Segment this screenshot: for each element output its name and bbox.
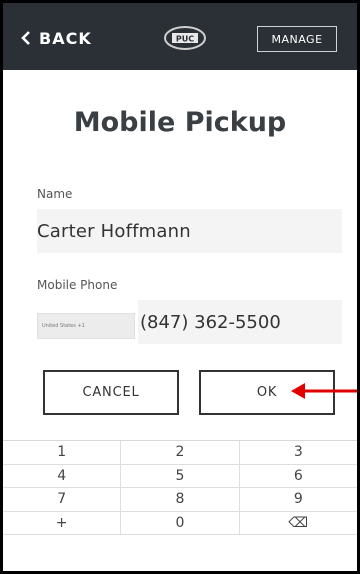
back-button[interactable]: BACK (19, 27, 92, 49)
app-frame: BACK PUC MANAGE Mobile Pickup Name Carte… (0, 0, 360, 574)
logo-text: PUC (176, 35, 194, 44)
mobile-phone-label: Mobile Phone (37, 278, 118, 292)
key-plus[interactable]: + (3, 511, 122, 534)
key-2[interactable]: 2 (121, 441, 240, 464)
numeric-keypad: 1 2 3 4 5 6 7 8 9 + 0 ⌫ (3, 440, 357, 571)
keypad-row: 7 8 9 (3, 488, 357, 512)
key-7[interactable]: 7 (3, 488, 122, 511)
key-1[interactable]: 1 (3, 441, 122, 464)
mobile-phone-value: (847) 362-5500 (140, 311, 281, 333)
chevron-left-icon (21, 31, 30, 45)
puc-logo: PUC (164, 26, 206, 50)
name-value: Carter Hoffmann (37, 220, 191, 242)
keypad-row: + 0 ⌫ (3, 511, 357, 535)
header-bar: BACK PUC MANAGE (3, 3, 357, 70)
back-label: BACK (39, 28, 92, 48)
key-4[interactable]: 4 (3, 464, 122, 487)
key-9[interactable]: 9 (240, 488, 357, 511)
backspace-icon: ⌫ (288, 514, 309, 531)
country-code-select[interactable]: United States +1 (37, 313, 135, 339)
cancel-button[interactable]: CANCEL (43, 370, 179, 415)
mobile-phone-field[interactable]: (847) 362-5500 (138, 300, 342, 344)
key-3[interactable]: 3 (240, 441, 357, 464)
backspace-key[interactable]: ⌫ (240, 512, 357, 535)
manage-button[interactable]: MANAGE (257, 26, 337, 52)
key-5[interactable]: 5 (121, 464, 240, 487)
keypad-row: 4 5 6 (3, 464, 357, 488)
key-6[interactable]: 6 (240, 465, 357, 488)
key-8[interactable]: 8 (121, 488, 240, 511)
keypad-row: 1 2 3 (3, 441, 357, 465)
country-code-value: United States +1 (42, 323, 85, 329)
name-field[interactable]: Carter Hoffmann (37, 209, 342, 253)
annotation-arrow-icon (291, 383, 357, 399)
key-0[interactable]: 0 (121, 511, 240, 534)
name-label: Name (37, 187, 73, 201)
page-title: Mobile Pickup (73, 107, 287, 138)
